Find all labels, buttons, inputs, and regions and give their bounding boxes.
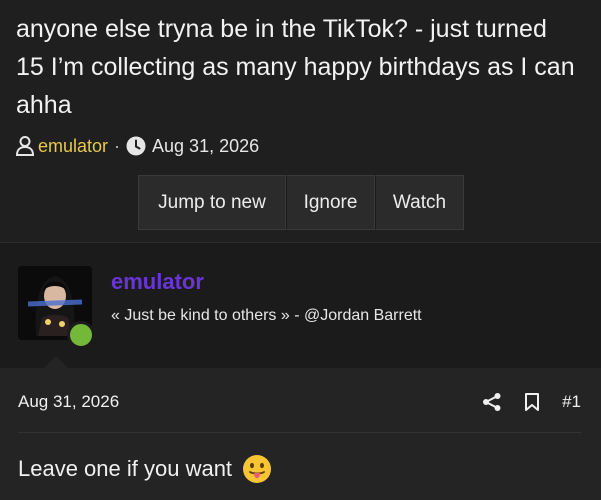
- post-body: Leave one if you want: [18, 454, 272, 484]
- share-icon[interactable]: [482, 392, 502, 412]
- clock-icon: [126, 136, 146, 156]
- thread-date[interactable]: Aug 31, 2026: [152, 136, 259, 157]
- post-divider: [18, 432, 581, 433]
- post-number-link[interactable]: #1: [562, 392, 581, 412]
- thread-button-group: Jump to new Ignore Watch: [138, 175, 464, 230]
- thread-title: anyone else tryna be in the TikTok? - ju…: [16, 15, 575, 119]
- post-date[interactable]: Aug 31, 2026: [18, 392, 119, 412]
- thread-header: anyone else tryna be in the TikTok? - ju…: [0, 0, 601, 242]
- thread-author-link[interactable]: emulator: [38, 136, 108, 157]
- user-icon: [16, 136, 34, 156]
- bookmark-icon[interactable]: [522, 392, 542, 412]
- ignore-button[interactable]: Ignore: [286, 175, 375, 230]
- post-body-text: Leave one if you want: [18, 456, 233, 481]
- post-username-link[interactable]: emulator: [111, 269, 204, 295]
- meta-separator: ·: [114, 135, 121, 156]
- user-block-caret: [44, 356, 68, 368]
- user-signature: « Just be kind to others » - @Jordan Bar…: [111, 307, 422, 324]
- thread-meta: emulator · Aug 31, 2026: [16, 134, 259, 158]
- post-user-block: emulator « Just be kind to others » - @J…: [0, 243, 601, 368]
- post-actions: #1: [482, 390, 581, 414]
- watch-button[interactable]: Watch: [375, 175, 464, 230]
- jump-to-new-button[interactable]: Jump to new: [138, 175, 286, 230]
- online-status-indicator: [67, 321, 95, 349]
- face-with-tongue-icon: [243, 455, 272, 483]
- post-1: Aug 31, 2026 #1 Leave one if you want: [0, 368, 601, 500]
